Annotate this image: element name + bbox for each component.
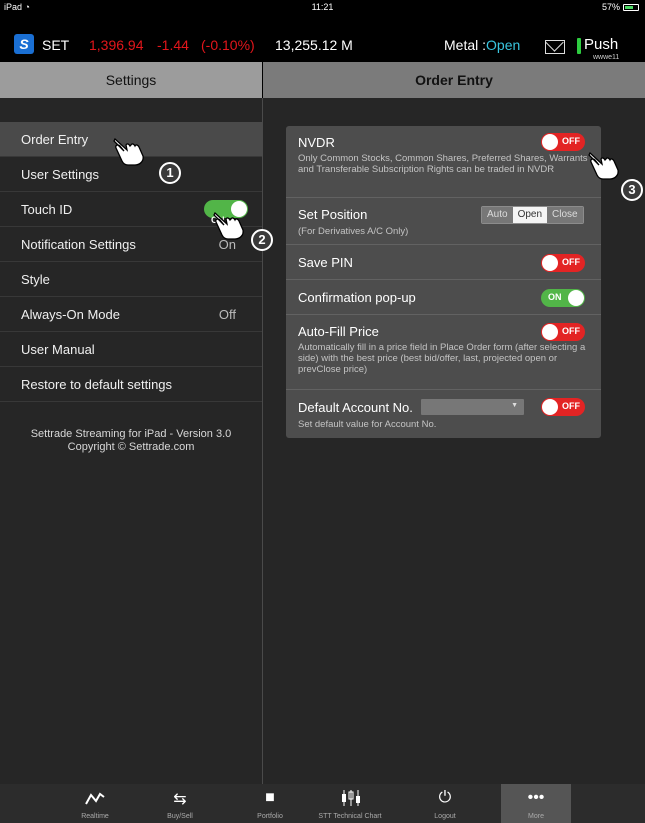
set-position-title: Set Position xyxy=(298,207,368,222)
auto-fill-description: Automatically fill in a price field in P… xyxy=(298,342,586,375)
hand-pointer-icon xyxy=(113,137,144,166)
status-bar: iPad ◔ 11:21 57% xyxy=(0,0,645,14)
auto-fill-row: Auto-Fill Price OFF Automatically fill i… xyxy=(286,315,601,390)
sidebar-item-user-manual[interactable]: User Manual xyxy=(0,332,262,367)
order-entry-header: Order Entry xyxy=(263,62,645,98)
sidebar-item-style[interactable]: Style xyxy=(0,262,262,297)
auto-fill-title: Auto-Fill Price xyxy=(298,324,379,339)
nvdr-description: Only Common Stocks, Common Shares, Prefe… xyxy=(298,153,588,175)
order-entry-settings-card: NVDR OFF Only Common Stocks, Common Shar… xyxy=(286,126,601,438)
settings-header: Settings xyxy=(0,62,262,98)
tab-stt-technical-chart[interactable]: STT Technical Chart xyxy=(315,784,385,823)
index-value: 1,396.94 xyxy=(89,37,144,53)
settings-sidebar: Order Entry User Settings Touch ID ON No… xyxy=(0,98,262,784)
default-account-dropdown[interactable]: ▼ xyxy=(421,399,524,415)
nvdr-title: NVDR xyxy=(298,135,335,150)
set-position-description: (For Derivatives A/C Only) xyxy=(298,226,409,237)
default-account-title: Default Account No. xyxy=(298,400,413,415)
market-volume: 13,255.12 M xyxy=(275,37,353,53)
ticker-bar: S SET 1,396.94 -1.44 (-0.10%) 13,255.12 … xyxy=(0,14,645,62)
market-status: Metal :Open xyxy=(444,37,521,53)
push-indicator-icon xyxy=(577,38,581,54)
index-change: -1.44 xyxy=(157,37,189,53)
save-pin-toggle[interactable]: OFF xyxy=(541,254,585,272)
folder-icon: ■ xyxy=(265,789,275,806)
default-account-description: Set default value for Account No. xyxy=(298,419,437,430)
battery-percent: 57% xyxy=(601,2,620,12)
battery-status: 57% xyxy=(602,2,639,12)
version-info: Settrade Streaming for iPad - Version 3.… xyxy=(30,428,232,453)
hand-pointer-icon xyxy=(588,151,619,180)
buy-sell-arrows-icon: ⇆ xyxy=(173,791,187,808)
realtime-chart-icon xyxy=(85,792,105,805)
callout-badge-3: 3 xyxy=(621,179,643,201)
push-button[interactable]: Push xyxy=(584,36,618,53)
more-dots-icon: ••• xyxy=(527,789,545,806)
hand-pointer-icon xyxy=(213,211,244,240)
nvdr-row: NVDR OFF Only Common Stocks, Common Shar… xyxy=(286,126,601,198)
candlestick-icon xyxy=(342,790,360,806)
tab-portfolio[interactable]: ■ Portfolio xyxy=(235,784,305,823)
confirmation-row: Confirmation pop-up ON xyxy=(286,280,601,315)
callout-badge-2: 2 xyxy=(251,229,273,251)
bottom-tab-bar: Realtime ⇆ Buy/Sell ■ Portfolio STT Tech… xyxy=(0,784,645,823)
market-status-value: Open xyxy=(486,37,521,53)
tab-buy-sell[interactable]: ⇆ Buy/Sell xyxy=(145,784,215,823)
set-position-segmented-control[interactable]: Auto Open Close xyxy=(481,206,584,224)
tab-more[interactable]: ••• More xyxy=(501,784,571,823)
auto-fill-toggle[interactable]: OFF xyxy=(541,323,585,341)
set-position-close[interactable]: Close xyxy=(547,207,583,223)
chevron-down-icon: ▼ xyxy=(511,402,518,409)
tab-realtime[interactable]: Realtime xyxy=(60,784,130,823)
mail-icon[interactable] xyxy=(545,40,565,54)
order-entry-pane: NVDR OFF Only Common Stocks, Common Shar… xyxy=(263,98,645,784)
power-icon: ⏻ xyxy=(438,789,452,806)
index-change-pct: (-0.10%) xyxy=(201,37,255,53)
set-position-auto[interactable]: Auto xyxy=(482,207,513,223)
confirmation-toggle[interactable]: ON xyxy=(541,289,585,307)
default-account-row: Default Account No. ▼ OFF Set default va… xyxy=(286,390,601,438)
index-name: SET xyxy=(42,37,70,53)
callout-badge-1: 1 xyxy=(159,162,181,184)
default-account-toggle[interactable]: OFF xyxy=(541,398,585,416)
always-on-value: Off xyxy=(218,307,236,322)
sidebar-item-always-on-mode[interactable]: Always-On Mode Off xyxy=(0,297,262,332)
nvdr-toggle[interactable]: OFF xyxy=(541,133,585,151)
clock: 11:21 xyxy=(311,2,334,12)
save-pin-title: Save PIN xyxy=(298,255,353,270)
set-position-row: Set Position Auto Open Close (For Deriva… xyxy=(286,198,601,245)
save-pin-row: Save PIN OFF xyxy=(286,245,601,280)
confirmation-title: Confirmation pop-up xyxy=(298,290,416,305)
sidebar-item-restore-defaults[interactable]: Restore to default settings xyxy=(0,367,262,402)
push-username: wwwe11 xyxy=(593,54,620,61)
set-position-open[interactable]: Open xyxy=(512,207,548,223)
battery-icon xyxy=(623,3,639,11)
tab-logout[interactable]: ⏻ Logout xyxy=(410,784,480,823)
app-logo-icon: S xyxy=(14,34,34,54)
